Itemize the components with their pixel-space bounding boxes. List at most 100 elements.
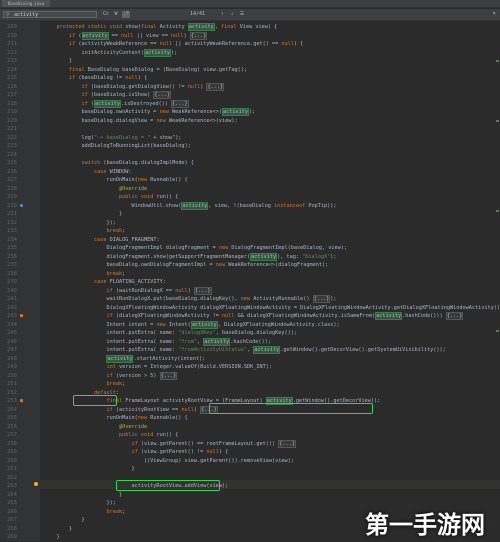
gutter-marker-icon[interactable]: ■: [20, 397, 23, 406]
code-line[interactable]: case FLOATING_ACTIVITY:: [44, 278, 166, 287]
code-line[interactable]: public void run() {: [44, 193, 178, 202]
line-number: 227: [7, 177, 17, 183]
code-line[interactable]: break;: [44, 380, 125, 389]
code-line[interactable]: @Override: [44, 423, 147, 432]
line-number: 229: [7, 194, 17, 200]
search-icon: ⚲: [6, 12, 10, 18]
code-line[interactable]: baseDialog.ownActivity = new WeakReferen…: [44, 108, 255, 117]
code-line[interactable]: DialogXFloatingWindowActivity dialogXFlo…: [44, 304, 500, 313]
previous-match-button[interactable]: ↑: [218, 11, 226, 18]
scroll-match-marker: [496, 120, 499, 122]
code-line[interactable]: if (waitRunDialogX == null) {...}: [44, 286, 212, 296]
line-number: 216: [7, 83, 17, 90]
next-match-button[interactable]: ↓: [228, 11, 236, 18]
code-line[interactable]: addDialogToRunningList(baseDialog);: [44, 142, 190, 151]
line-number: 232: [7, 219, 17, 226]
code-line[interactable]: });: [44, 499, 115, 508]
code-line[interactable]: if (view.getParent() != null) {: [44, 448, 228, 457]
line-number: 255: [7, 415, 17, 421]
code-line[interactable]: if (activity == null || view == null) {.…: [44, 31, 208, 41]
code-line[interactable]: break;: [44, 227, 125, 236]
code-line[interactable]: }: [44, 491, 122, 500]
line-number: 247: [7, 347, 17, 353]
line-number: 267: [7, 517, 17, 523]
regex-toggle[interactable]: .*: [122, 11, 130, 18]
code-line[interactable]: WindowUtil.show(activity, view, !(baseDi…: [44, 201, 336, 211]
gutter-marker-icon[interactable]: ●: [20, 202, 23, 211]
line-number: 260: [7, 457, 17, 464]
code-line[interactable]: intent.putExtra( name: "from", activity.…: [44, 337, 271, 347]
line-number: 225: [7, 160, 17, 166]
code-editor[interactable]: 209 210 211 212 213 214 215 216 217 218 219 220 221 2…: [0, 21, 500, 541]
line-number: 235: [7, 245, 17, 251]
code-line[interactable]: ((ViewGroup) view.getParent()).removeVie…: [44, 457, 294, 466]
code-line[interactable]: break;: [44, 508, 125, 517]
code-line[interactable]: if (baseDialog != null) {: [44, 74, 147, 83]
code-line[interactable]: if (activity.isDestroyed()) {...}: [44, 99, 189, 109]
code-line[interactable]: runOnMain(new Runnable() {: [44, 176, 187, 185]
line-gutter: 209 210 211 212 213 214 215 216 217 218 219 220 221 2…: [0, 21, 40, 541]
code-line[interactable]: }: [44, 210, 122, 219]
code-line[interactable]: }: [44, 525, 72, 534]
line-number: 245: [7, 330, 17, 336]
code-line[interactable]: case DIALOG_FRAGMENT:: [44, 236, 160, 245]
code-line[interactable]: if (activityRootView == null) {...}: [44, 405, 218, 415]
code-line[interactable]: }: [44, 533, 59, 541]
code-line[interactable]: DialogFragmentImpl dialogFragment = new …: [44, 244, 347, 253]
line-number: 240: [7, 287, 17, 294]
code-line[interactable]: final BaseDialog baseDialog = (BaseDialo…: [44, 66, 247, 75]
line-number: 264: [7, 491, 17, 498]
code-line[interactable]: initActivityContext(activity);: [44, 48, 177, 58]
line-number: 217: [7, 92, 17, 98]
line-number: 261: [7, 466, 17, 472]
bulb-icon[interactable]: [34, 482, 38, 486]
line-number: 231: [7, 211, 17, 217]
code-line[interactable]: public void run() {: [44, 431, 178, 440]
code-line[interactable]: if (baseDialog.isShow) {...}: [44, 91, 171, 100]
code-line[interactable]: int version = Integer.valueOf(Build.VERS…: [44, 363, 272, 372]
line-number: 265: [7, 500, 17, 506]
line-number: 242: [7, 304, 17, 311]
code-line[interactable]: intent.putExtra( name: "dialogXKey", bas…: [44, 329, 297, 338]
code-line[interactable]: }: [44, 516, 84, 525]
line-number: 214: [7, 66, 17, 73]
code-line[interactable]: @Override: [44, 185, 147, 194]
search-input[interactable]: ⚲ activity: [3, 11, 97, 18]
highlight-box-add-view: [116, 480, 220, 491]
code-line[interactable]: activity.startActivity(intent);: [44, 354, 205, 364]
code-line[interactable]: baseDialog.ownDialogFragmentImpl = new W…: [44, 261, 328, 270]
code-line[interactable]: }: [44, 57, 72, 66]
code-line[interactable]: if (baseDialog.getDialogView() != null) …: [44, 82, 225, 92]
code-line[interactable]: dialogFragment.show(getSupportFragmentMa…: [44, 252, 337, 262]
line-number: 219: [7, 109, 17, 115]
code-line[interactable]: }: [44, 465, 134, 474]
code-line[interactable]: if (version > 5) {...}: [44, 371, 178, 381]
code-line[interactable]: if (activityWeakReference == null || act…: [44, 40, 303, 49]
whole-words-toggle[interactable]: W: [112, 11, 120, 18]
code-line[interactable]: baseDialog.dialogView = new WeakReferenc…: [44, 117, 237, 126]
code-line[interactable]: });: [44, 219, 115, 228]
line-number: 268: [7, 525, 17, 532]
close-icon[interactable]: ×: [492, 10, 496, 18]
line-number: 256: [7, 423, 17, 430]
code-line[interactable]: runOnMain(new Runnable() {: [44, 414, 187, 423]
filter-icon[interactable]: ☰: [238, 11, 246, 18]
code-line[interactable]: case WINDOW:: [44, 168, 132, 177]
code-line[interactable]: log("-> baseDialog = " + show");: [44, 134, 181, 143]
code-line[interactable]: switch (baseDialog.dialogImplMode) {: [44, 159, 193, 168]
code-line[interactable]: break;: [44, 270, 125, 279]
code-line[interactable]: protected static void show(final Activit…: [44, 23, 277, 32]
file-tab[interactable]: BaseDialog.java: [2, 0, 51, 7]
gutter-marker-icon[interactable]: ■: [20, 312, 23, 321]
code-line[interactable]: waitRunDialogX.put(baseDialog.dialogKey(…: [44, 295, 336, 304]
code-line[interactable]: intent.putExtra( name: "fromActivityUiSt…: [44, 346, 446, 355]
code-line[interactable]: Intent intent = new Intent(activity, Dia…: [44, 320, 340, 330]
match-case-toggle[interactable]: Cc: [102, 11, 110, 18]
code-area[interactable]: protected static void show(final Activit…: [40, 21, 500, 541]
code-line[interactable]: if (dialogXFloatingWindowActivity != nul…: [44, 312, 464, 321]
code-line[interactable]: if (view.getParent() == rootFrameLayout.…: [44, 439, 296, 449]
line-number: 259: [7, 449, 17, 455]
line-number: 250: [7, 372, 17, 379]
line-number: 223: [7, 143, 17, 149]
line-number: 233: [7, 228, 17, 234]
